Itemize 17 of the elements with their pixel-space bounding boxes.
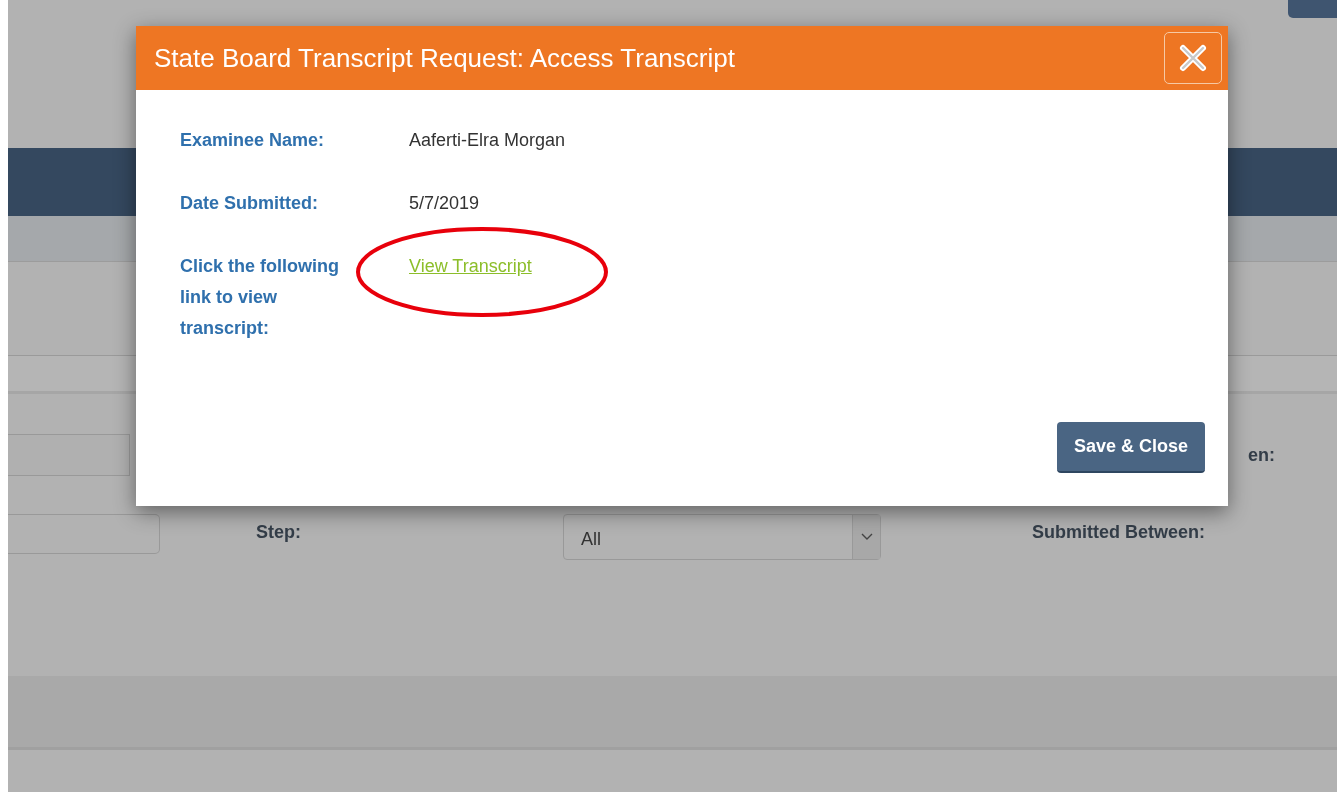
field-value: Aaferti-Elra Morgan [409, 129, 566, 152]
field-label: Examinee Name: [180, 129, 326, 152]
chevron-down-icon [860, 533, 873, 541]
close-button[interactable] [1164, 32, 1222, 84]
field-value: 5/7/2019 [409, 192, 480, 215]
field-label: Submitted Between: [1032, 521, 1205, 544]
select-field[interactable] [8, 434, 130, 476]
field-label: Date Submitted: [180, 192, 319, 215]
button-edge[interactable] [1288, 0, 1337, 18]
input-field[interactable] [8, 514, 160, 554]
field-label: Click the following link to view transcript: [180, 255, 340, 340]
save-close-button[interactable]: Save & Close [1056, 422, 1205, 473]
modal-title: State Board Transcript Request: Access Transcript [154, 41, 736, 75]
field-label: en: [1248, 443, 1275, 467]
field-label: Step: [255, 521, 301, 544]
close-icon [1178, 43, 1208, 73]
step-select[interactable]: All [563, 514, 881, 560]
